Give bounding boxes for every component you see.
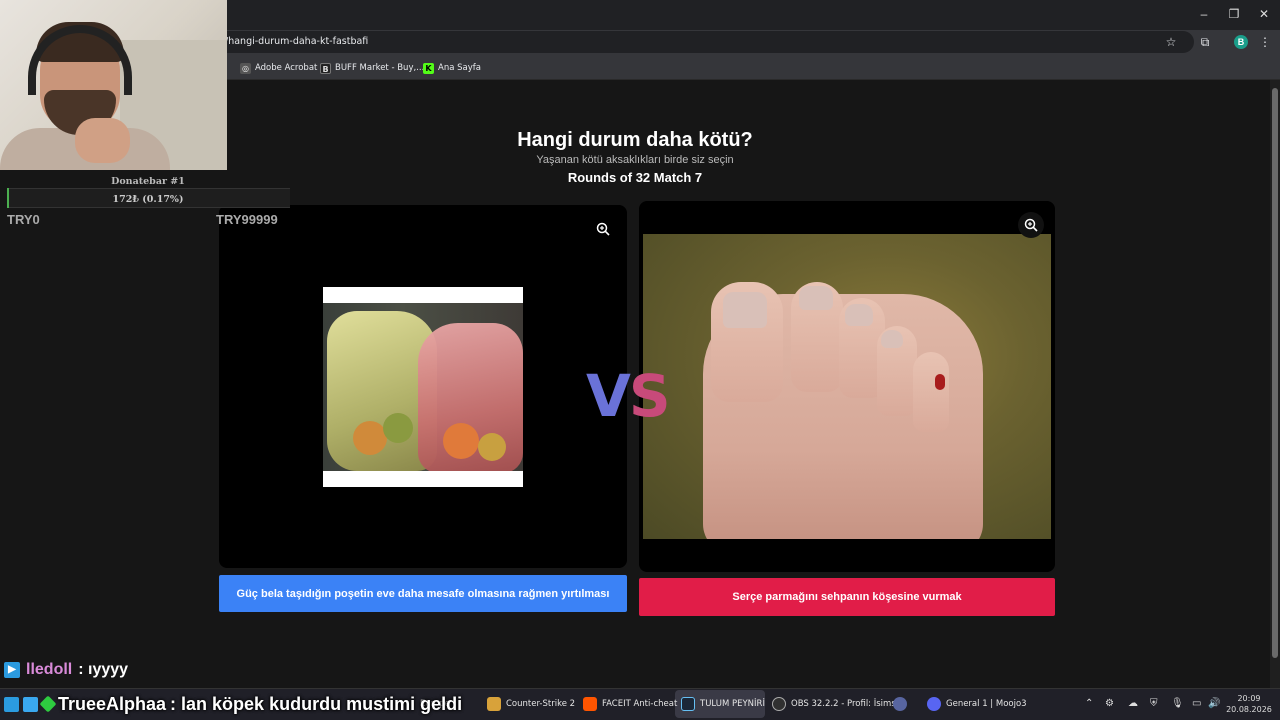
restore-button[interactable]: ❐	[1224, 6, 1244, 22]
webcam-overlay	[0, 0, 227, 170]
tray-cloud-icon[interactable]: ☁	[1128, 698, 1138, 709]
zoom-right-button[interactable]	[1018, 212, 1044, 238]
close-button[interactable]: ✕	[1254, 6, 1274, 22]
toe-injury-image[interactable]	[643, 234, 1051, 539]
zoom-in-icon	[596, 222, 610, 236]
steam-icon	[681, 697, 695, 711]
right-choice-button[interactable]: Serçe parmağını sehpanın köşesine vurmak	[639, 578, 1055, 616]
tray-expand-icon[interactable]: ⌃	[1085, 698, 1093, 709]
bookmark-ana-sayfa[interactable]: K Ana Sayfa	[423, 61, 481, 75]
faceit-icon	[583, 697, 597, 711]
badge-icon	[23, 696, 38, 712]
bookmark-star-icon[interactable]: ☆	[1164, 35, 1178, 49]
tray-shield-icon[interactable]: ⛨	[1150, 698, 1158, 709]
discord-icon	[927, 697, 941, 711]
chat-message-2: TrueeAlphaa : lan köpek kudurdu mustimi …	[4, 692, 462, 716]
star-badge-icon	[39, 695, 57, 713]
zoom-in-icon	[1024, 218, 1038, 232]
taskbar-clock[interactable]: 20:09 20.08.2026	[1222, 693, 1276, 715]
left-choice-button[interactable]: Güç bela taşıdığın poşetin eve daha mesa…	[219, 575, 627, 612]
donatebar-amount: 172₺ (0.17%)	[112, 194, 184, 205]
tray-mic-icon[interactable]: 🎙	[1171, 698, 1184, 709]
round-indicator: Rounds of 32 Match 7	[567, 170, 703, 185]
chat-message-1: ▶ lledoll : ıyyyy	[4, 660, 128, 680]
page-title: Hangi durum daha kötü?	[517, 129, 753, 151]
plastic-bags-image[interactable]	[323, 303, 523, 471]
obs-icon	[772, 697, 786, 711]
kick-icon: K	[423, 62, 434, 74]
app-icon	[893, 697, 907, 711]
chat-platform-icon	[4, 696, 19, 712]
vs-label: VS	[586, 362, 671, 430]
donatebar-title: Donatebar #1	[111, 176, 185, 187]
donatebar-max: TRY99999	[216, 212, 278, 227]
bookmark-adobe[interactable]: ◎ Adobe Acrobat	[240, 61, 317, 75]
minimize-button[interactable]: –	[1194, 6, 1214, 22]
buff-icon: B	[320, 62, 331, 74]
taskbar-item-app[interactable]	[893, 696, 907, 712]
chat-platform-icon: ▶	[4, 662, 20, 678]
adobe-icon: ◎	[240, 62, 251, 74]
taskbar-item-obs[interactable]: OBS 32.2.2 - Profil: İsims	[772, 696, 896, 712]
zoom-left-button[interactable]	[590, 216, 616, 242]
tray-network-icon[interactable]: ▭	[1192, 698, 1201, 709]
bookmark-buff[interactable]: B BUFF Market - Buy,...	[320, 61, 424, 75]
scrollbar-thumb[interactable]	[1272, 88, 1278, 658]
donatebar-min: TRY0	[7, 212, 40, 227]
taskbar-item-steam[interactable]: TULUM PEYNİRİ	[681, 696, 765, 712]
url-text: /hangi-durum-daha-kt-fastbafi	[225, 36, 369, 47]
profile-avatar[interactable]: B	[1234, 35, 1248, 49]
extensions-icon[interactable]: ⧉	[1198, 35, 1212, 49]
tray-app-icon[interactable]: ⚙	[1105, 698, 1114, 709]
tray-volume-icon[interactable]: 🔊	[1208, 698, 1220, 709]
menu-kebab-icon[interactable]: ⋮	[1258, 35, 1272, 49]
taskbar-item-discord[interactable]: General 1 | Moojo3	[927, 696, 1027, 712]
blood-spot	[935, 374, 945, 390]
cs2-icon	[487, 697, 501, 711]
page-subtitle: Yaşanan kötü aksaklıkları birde siz seçi…	[536, 154, 734, 166]
taskbar-item-faceit[interactable]: FACEIT Anti-cheat	[583, 696, 677, 712]
taskbar-item-cs2[interactable]: Counter-Strike 2	[487, 696, 575, 712]
